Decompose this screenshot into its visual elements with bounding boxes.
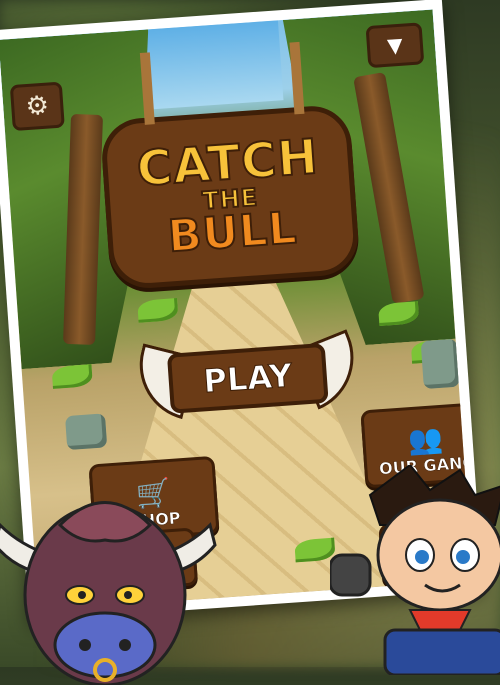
game-logo: CATCH THE BULL	[99, 41, 361, 291]
boy-jacket	[383, 628, 500, 675]
gear-icon: ⚙	[24, 90, 50, 123]
bull-hair	[57, 501, 153, 543]
title-bull: BULL	[165, 202, 300, 264]
play-plank: PLAY	[166, 342, 329, 414]
boy-fist	[330, 553, 372, 597]
gang-icon: 👥	[406, 421, 445, 458]
bull-character	[0, 501, 217, 685]
dropdown-button[interactable]: ▼	[365, 22, 425, 69]
chevron-down-icon: ▼	[386, 32, 404, 58]
rock	[420, 338, 460, 390]
play-button[interactable]: PLAY	[127, 329, 371, 420]
play-label: PLAY	[202, 356, 294, 401]
boy-character	[330, 465, 500, 675]
leaf	[51, 364, 93, 389]
rock	[64, 413, 108, 451]
boy-face	[376, 498, 500, 612]
leaf	[137, 298, 179, 323]
bull-snout	[53, 611, 157, 679]
settings-button[interactable]: ⚙	[9, 81, 65, 132]
